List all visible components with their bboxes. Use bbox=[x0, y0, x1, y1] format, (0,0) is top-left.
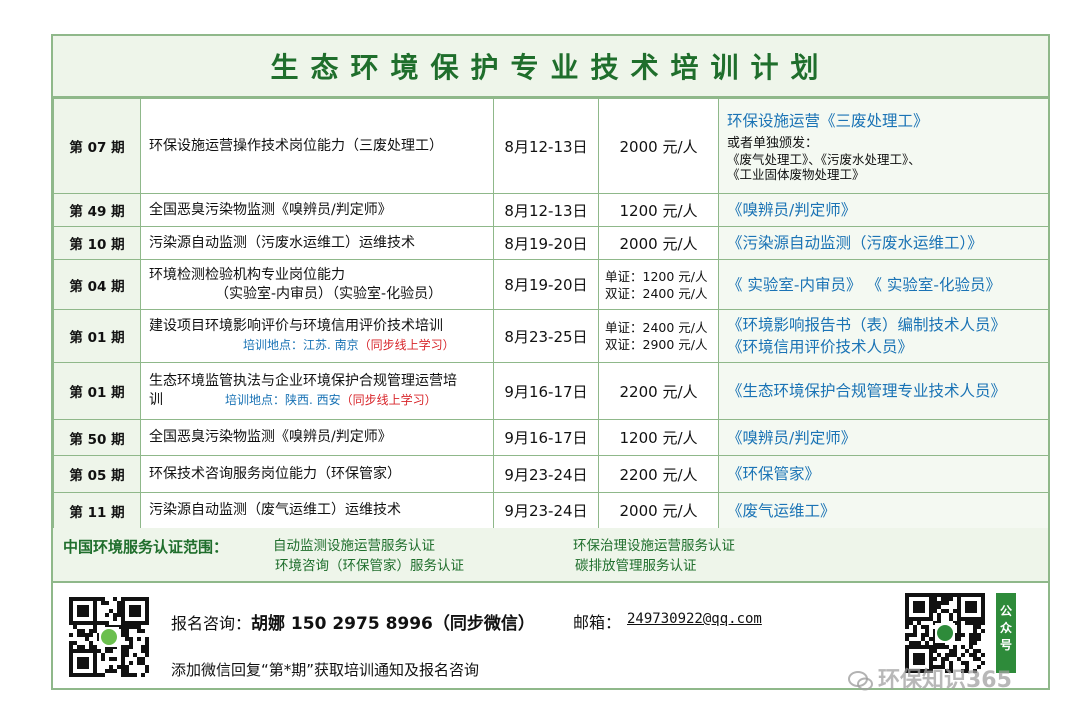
cert-note-line: 《工业固体废物处理工》 bbox=[727, 167, 865, 182]
email-label: 邮箱： bbox=[573, 613, 622, 632]
period-cell: 第 49 期 bbox=[53, 193, 141, 227]
date-cell: 9月16-17日 bbox=[493, 419, 599, 456]
course-cell: 全国恶臭污染物监测《嗅辨员/判定师》 bbox=[140, 419, 494, 456]
date-cell: 8月12-13日 bbox=[493, 193, 599, 227]
cert-title: 环保设施运营《三废处理工》 bbox=[727, 112, 929, 130]
table-row: 第 11 期 污染源自动监测（废气运维工）运维技术 9月23-24日 2000 … bbox=[53, 492, 1049, 529]
fee-cell: 单证：2400 元/人 双证：2900 元/人 bbox=[598, 309, 719, 363]
certification-scope: 中国环境服务认证范围： 自动监测设施运营服务认证 环境咨询（环保管家）服务认证 … bbox=[53, 528, 1048, 583]
cert-cell: 《环保管家》 bbox=[718, 455, 1049, 493]
period-cell: 第 01 期 bbox=[53, 309, 141, 363]
period-cell: 第 07 期 bbox=[53, 98, 141, 194]
date-cell: 8月12-13日 bbox=[493, 98, 599, 194]
cert-cell: 《嗅辨员/判定师》 bbox=[718, 193, 1049, 227]
cert-line: 《环境影响报告书（表）编制技术人员》 bbox=[727, 316, 1007, 334]
scope-item: 碳排放管理服务认证 bbox=[575, 558, 697, 574]
page-title: 生态环境保护专业技术培训计划 bbox=[270, 51, 831, 84]
period-cell: 第 01 期 bbox=[53, 362, 141, 420]
date-cell: 9月16-17日 bbox=[493, 362, 599, 420]
period-cell: 第 05 期 bbox=[53, 455, 141, 493]
course-cell: 环保技术咨询服务岗位能力（环保管家） bbox=[140, 455, 494, 493]
course-line: 环境检测检验机构专业岗位能力 bbox=[149, 266, 345, 283]
period-cell: 第 10 期 bbox=[53, 226, 141, 260]
course-cell: 生态环境监管执法与企业环境保护合规管理运营培 训 培训地点：陕西. 西安（同步线上… bbox=[140, 362, 494, 420]
date-cell: 8月19-20日 bbox=[493, 259, 599, 310]
table-row: 第 07 期 环保设施运营操作技术岗位能力（三废处理工） 8月12-13日 20… bbox=[53, 98, 1049, 194]
online-note: （同步线上学习） bbox=[358, 338, 455, 352]
cert-cell: 《废气运维工》 bbox=[718, 492, 1049, 529]
course-cell: 环保设施运营操作技术岗位能力（三废处理工） bbox=[140, 98, 494, 194]
course-line: 训 bbox=[149, 392, 163, 408]
location-label: 培训地点：陕西. 西安 bbox=[225, 393, 341, 407]
cert-cell: 环保设施运营《三废处理工》 或者单独颁发： 《废气处理工》、《污废水处理工》、 … bbox=[718, 98, 1049, 194]
scope-item: 环保治理设施运营服务认证 bbox=[573, 538, 735, 554]
cert-cell: 《嗅辨员/判定师》 bbox=[718, 419, 1049, 456]
fee-single: 单证：1200 元/人 bbox=[605, 268, 708, 284]
cert-note-line: 《废气处理工》、《污废水处理工》、 bbox=[727, 152, 921, 167]
course-cell: 环境检测检验机构专业岗位能力 （实验室-内审员）（实验室-化验员） bbox=[140, 259, 494, 310]
fee-cell: 2000 元/人 bbox=[598, 98, 719, 194]
watermark-text: 环保知识365 bbox=[878, 668, 1012, 693]
location-label: 培训地点：江苏. 南京 bbox=[243, 338, 359, 352]
fee-cell: 1200 元/人 bbox=[598, 193, 719, 227]
period-cell: 第 04 期 bbox=[53, 259, 141, 310]
table-row: 第 01 期 建设项目环境影响评价与环境信用评价技术培训 培训地点：江苏. 南京… bbox=[53, 309, 1049, 363]
table-row: 第 50 期 全国恶臭污染物监测《嗅辨员/判定师》 9月16-17日 1200 … bbox=[53, 419, 1049, 456]
course-line: （实验室-内审员）（实验室-化验员） bbox=[215, 285, 443, 302]
watermark: 环保知识365 bbox=[848, 662, 1012, 694]
table-row: 第 49 期 全国恶臭污染物监测《嗅辨员/判定师》 8月12-13日 1200 … bbox=[53, 193, 1049, 227]
schedule-table: 第 07 期 环保设施运营操作技术岗位能力（三废处理工） 8月12-13日 20… bbox=[53, 98, 1049, 529]
date-cell: 9月23-24日 bbox=[493, 455, 599, 493]
email-link[interactable]: 249730922@qq.com bbox=[627, 611, 762, 627]
wechat-logo-icon bbox=[848, 671, 873, 691]
fee-cell: 2000 元/人 bbox=[598, 492, 719, 529]
fee-double: 双证：2900 元/人 bbox=[605, 337, 708, 352]
cert-cell: 《 实验室-内审员》 《 实验室-化验员》 bbox=[718, 259, 1049, 310]
cert-cell: 《生态环境保护合规管理专业技术人员》 bbox=[718, 362, 1049, 420]
table-row: 第 05 期 环保技术咨询服务岗位能力（环保管家） 9月23-24日 2200 … bbox=[53, 455, 1049, 493]
course-line: 生态环境监管执法与企业环境保护合规管理运营培 bbox=[149, 373, 457, 389]
period-cell: 第 50 期 bbox=[53, 419, 141, 456]
date-cell: 8月23-25日 bbox=[493, 309, 599, 363]
date-cell: 8月19-20日 bbox=[493, 226, 599, 260]
title-bar: 生态环境保护专业技术培训计划 bbox=[53, 36, 1048, 98]
fee-cell: 单证：1200 元/人 双证：2400 元/人 bbox=[598, 259, 719, 310]
table-row: 第 01 期 生态环境监管执法与企业环境保护合规管理运营培 训 培训地点：陕西. … bbox=[53, 362, 1049, 420]
cert-note-head: 或者单独颁发： bbox=[727, 136, 819, 151]
fee-cell: 2200 元/人 bbox=[598, 362, 719, 420]
contact-phone: 胡娜 150 2975 8996（同步微信） bbox=[251, 614, 535, 634]
fee-cell: 2000 元/人 bbox=[598, 226, 719, 260]
cert-cell: 《环境影响报告书（表）编制技术人员》 《环境信用评价技术人员》 bbox=[718, 309, 1049, 363]
course-cell: 全国恶臭污染物监测《嗅辨员/判定师》 bbox=[140, 193, 494, 227]
scope-label: 中国环境服务认证范围： bbox=[63, 538, 229, 556]
fee-single: 单证：2400 元/人 bbox=[605, 320, 708, 335]
course-line: 建设项目环境影响评价与环境信用评价技术培训 bbox=[149, 318, 443, 334]
fee-cell: 1200 元/人 bbox=[598, 419, 719, 456]
online-note: （同步线上学习） bbox=[340, 393, 437, 407]
official-account-qr-icon bbox=[905, 593, 985, 673]
cert-line: 《环境信用评价技术人员》 bbox=[727, 338, 914, 356]
course-cell: 建设项目环境影响评价与环境信用评价技术培训 培训地点：江苏. 南京（同步线上学习… bbox=[140, 309, 494, 363]
period-cell: 第 11 期 bbox=[53, 492, 141, 529]
table-row: 第 10 期 污染源自动监测（污废水运维工）运维技术 8月19-20日 2000… bbox=[53, 226, 1049, 260]
wechat-qr-icon bbox=[69, 597, 149, 677]
course-cell: 污染源自动监测（废气运维工）运维技术 bbox=[140, 492, 494, 529]
official-account-tag: 公众号 bbox=[996, 593, 1016, 673]
contact-label: 报名咨询： bbox=[171, 614, 252, 633]
course-cell: 污染源自动监测（污废水运维工）运维技术 bbox=[140, 226, 494, 260]
scope-item: 自动监测设施运营服务认证 bbox=[273, 538, 435, 554]
wechat-tip: 添加微信回复“第*期”获取培训通知及报名咨询 bbox=[171, 661, 480, 679]
table-row: 第 04 期 环境检测检验机构专业岗位能力 （实验室-内审员）（实验室-化验员）… bbox=[53, 259, 1049, 310]
fee-cell: 2200 元/人 bbox=[598, 455, 719, 493]
scope-item: 环境咨询（环保管家）服务认证 bbox=[275, 558, 464, 574]
cert-cell: 《污染源自动监测（污废水运维工）》 bbox=[718, 226, 1049, 260]
date-cell: 9月23-24日 bbox=[493, 492, 599, 529]
training-plan-frame: 生态环境保护专业技术培训计划 第 07 期 环保设施运营操作技术岗位能力（三废处… bbox=[51, 34, 1050, 690]
fee-double: 双证：2400 元/人 bbox=[605, 285, 708, 301]
